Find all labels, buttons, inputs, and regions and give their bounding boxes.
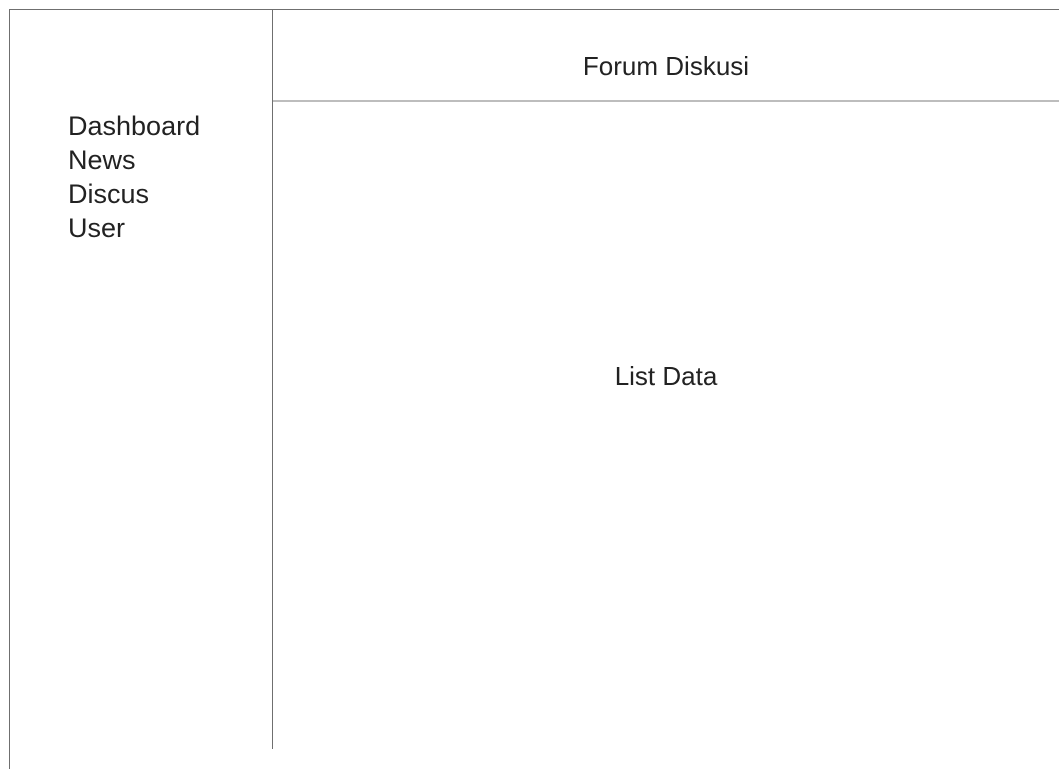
sidebar-item-user[interactable]: User — [68, 211, 200, 245]
page-header: Forum Diskusi — [273, 9, 1059, 102]
sidebar-item-discus[interactable]: Discus — [68, 177, 200, 211]
page-title: Forum Diskusi — [582, 51, 750, 81]
main-content: List Data — [273, 102, 1059, 749]
sidebar-menu: Dashboard News Discus User — [68, 109, 200, 245]
list-data-placeholder: List Data — [614, 361, 718, 391]
sidebar-item-news[interactable]: News — [68, 143, 200, 177]
sidebar-item-dashboard[interactable]: Dashboard — [68, 109, 200, 143]
sidebar: Dashboard News Discus User — [9, 9, 273, 749]
